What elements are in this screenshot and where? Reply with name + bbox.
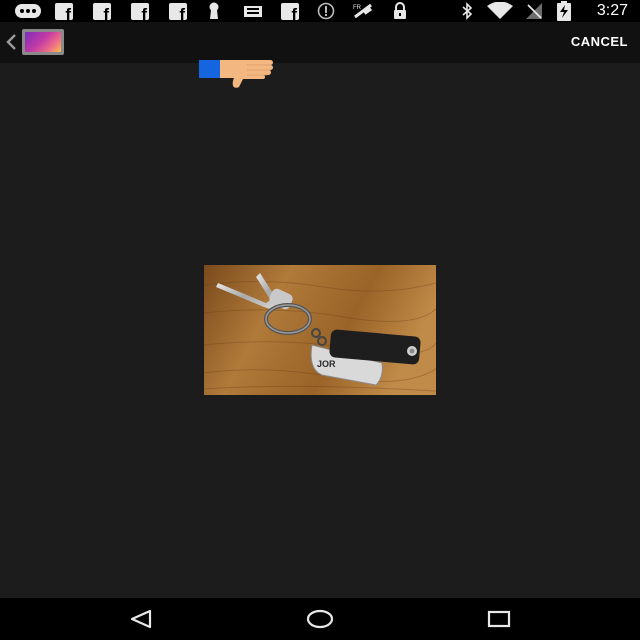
up-navigation-button[interactable]	[4, 32, 18, 52]
wifi-icon	[486, 2, 514, 20]
keyhole-icon	[207, 2, 221, 20]
facebook-icon: f	[131, 2, 149, 20]
messenger-icon	[14, 2, 42, 20]
action-bar: CANCEL	[0, 22, 640, 63]
recents-button[interactable]	[484, 606, 514, 632]
thumbs-down-icon	[199, 57, 275, 89]
facebook-icon: f	[169, 2, 187, 20]
home-icon	[306, 609, 334, 629]
battery-charging-icon	[556, 1, 572, 21]
home-button[interactable]	[305, 606, 335, 632]
lock-icon	[392, 2, 408, 20]
back-icon	[130, 609, 152, 629]
status-bar: f f f f f FR 3:27	[0, 0, 640, 22]
no-signal-icon	[525, 2, 543, 20]
screen: f f f f f FR 3:27 CANCEL JOR	[0, 0, 640, 640]
bluetooth-icon	[460, 2, 474, 20]
facebook-icon: f	[55, 2, 73, 20]
gallery-thumbnail	[25, 32, 61, 52]
gallery-icon[interactable]	[22, 29, 64, 55]
satellite-icon: FR	[351, 2, 377, 20]
keys-with-tag-photo[interactable]: JOR	[204, 265, 436, 395]
navigation-bar	[0, 598, 640, 640]
info-icon	[317, 2, 335, 20]
facebook-icon: f	[281, 2, 299, 20]
svg-text:FR: FR	[353, 5, 362, 11]
recents-icon	[487, 610, 511, 628]
chevron-left-icon	[6, 34, 16, 50]
tray-icon	[243, 2, 263, 20]
tag-text: JOR	[317, 359, 336, 369]
back-button[interactable]	[126, 606, 156, 632]
facebook-icon: f	[93, 2, 111, 20]
cancel-button[interactable]: CANCEL	[571, 34, 628, 49]
status-clock: 3:27	[596, 2, 628, 19]
